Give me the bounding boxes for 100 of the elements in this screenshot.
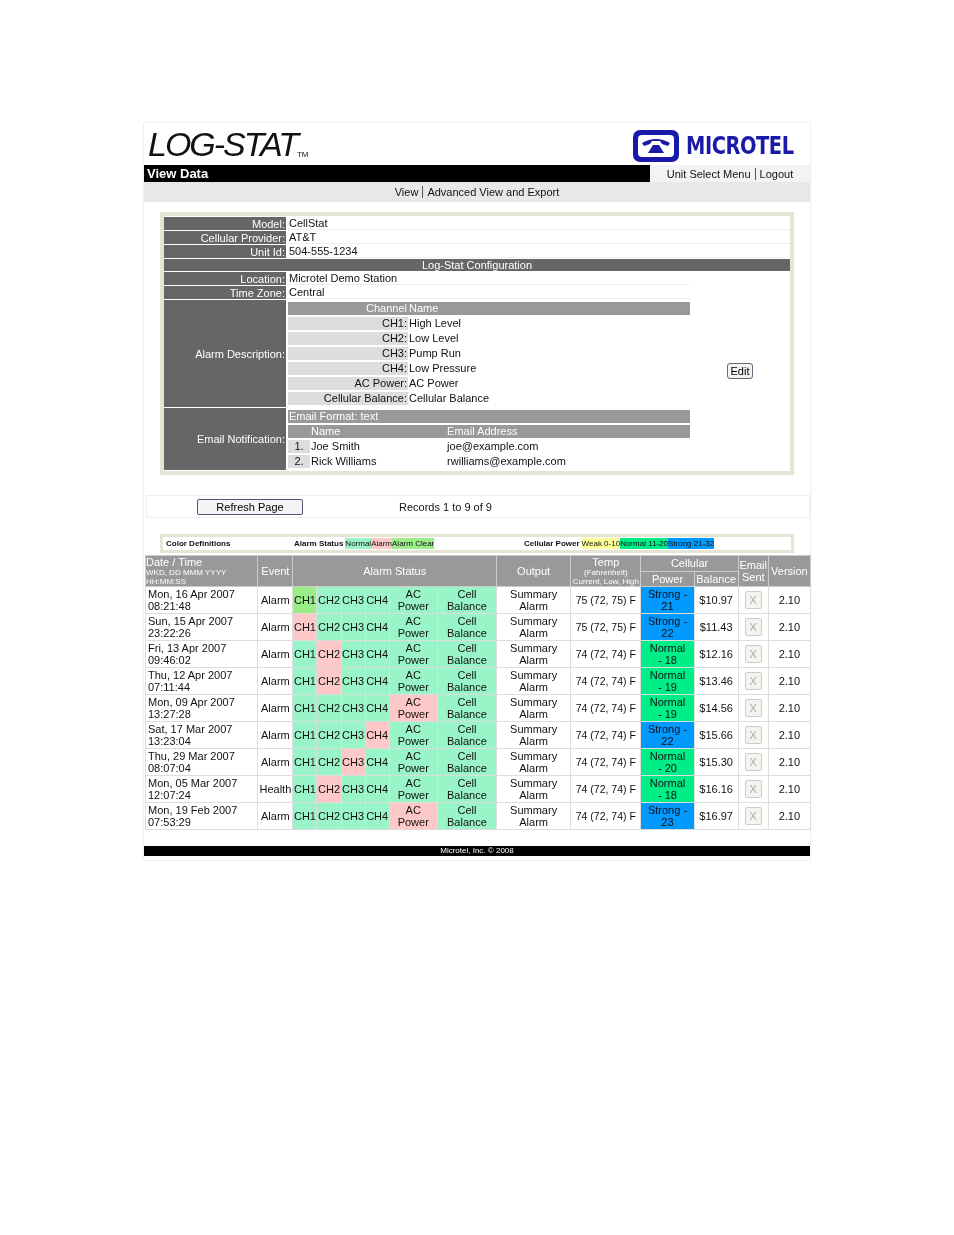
top-link[interactable]: Logout [759, 167, 794, 180]
email-sent-mark: X [744, 753, 762, 771]
channel-label: CH2: [288, 332, 408, 345]
legend-chip: Strong 21-32 [668, 538, 715, 549]
temp-cell: 74 (72, 74) F [570, 667, 641, 695]
field-label: Email Notification: [164, 408, 288, 470]
balance-cell: $10.97 [694, 586, 739, 614]
nav-link[interactable]: View [394, 186, 419, 198]
column-header: Alarm Status [292, 555, 497, 587]
page-title: View Data [144, 165, 650, 182]
event-cell: Alarm [257, 748, 293, 776]
temp-cell: 74 (72, 74) F [570, 694, 641, 722]
temp-cell: 74 (72, 74) F [570, 748, 641, 776]
field-label: Model: [164, 217, 288, 230]
footer: Microtel, Inc. © 2008 [144, 846, 810, 856]
version-cell: 2.10 [768, 721, 811, 749]
balance-cell: $15.30 [694, 748, 739, 776]
channel-label: CH1: [288, 317, 408, 330]
email-sent-mark: X [744, 618, 762, 636]
version-cell: 2.10 [768, 775, 811, 803]
version-cell: 2.10 [768, 613, 811, 641]
channel-name: High Level [408, 317, 462, 330]
legend-chip: Alarm [371, 538, 393, 549]
temp-cell: 74 (72, 74) F [570, 802, 641, 830]
date-cell: Mon, 05 Mar 2007 12:07:24 [145, 775, 258, 803]
column-header: Event [257, 555, 293, 587]
partner-logo: MICROTEL [686, 132, 795, 160]
edit-button[interactable]: Edit [726, 363, 754, 379]
temp-cell: 75 (72, 75) F [570, 586, 641, 614]
temp-cell: 75 (72, 75) F [570, 613, 641, 641]
output-cell: Summary Alarm [496, 586, 571, 614]
field-label: Unit Id: [164, 245, 288, 258]
channel-name: Low Pressure [408, 362, 478, 375]
column-header: Channel [288, 302, 408, 315]
balance-cell: $11.43 [694, 613, 739, 641]
field-label: Location: [164, 272, 288, 285]
email-sent-mark: X [744, 807, 762, 825]
event-cell: Alarm [257, 721, 293, 749]
channel-label: AC Power: [288, 377, 408, 390]
balance-cell: $16.16 [694, 775, 739, 803]
temp-cell: 74 (72, 74) F [570, 775, 641, 803]
legend-label: Cellular Power [524, 539, 580, 548]
channel-name: Cellular Balance [408, 392, 491, 405]
contact-email: joe@example.com [446, 440, 540, 453]
field-label: Time Zone: [164, 286, 288, 299]
row-number: 2. [288, 455, 310, 468]
legend-title: Color Definitions [166, 539, 232, 548]
column-header: Name [408, 302, 690, 315]
field-value: Microtel Demo Station [288, 272, 690, 285]
channel-name: Low Level [408, 332, 460, 345]
output-cell: Summary Alarm [496, 775, 571, 803]
event-cell: Alarm [257, 586, 293, 614]
email-sent-mark: X [744, 672, 762, 690]
contact-name: Joe Smith [310, 440, 361, 453]
version-cell: 2.10 [768, 748, 811, 776]
balance-cell: $12.16 [694, 640, 739, 668]
nav-link[interactable]: Advanced View and Export [427, 186, 560, 198]
date-cell: Mon, 09 Apr 2007 13:27:28 [145, 694, 258, 722]
channel-label: Cellular Balance: [288, 392, 408, 405]
column-header: Version [768, 555, 811, 587]
version-cell: 2.10 [768, 667, 811, 695]
field-value: AT&T [288, 231, 790, 244]
legend-chip: Normal [345, 538, 372, 549]
balance-cell: $14.56 [694, 694, 739, 722]
output-cell: Summary Alarm [496, 802, 571, 830]
event-cell: Alarm [257, 613, 293, 641]
email-sent-mark: X [744, 780, 762, 798]
top-link[interactable]: Unit Select Menu [666, 167, 751, 180]
event-cell: Health [257, 775, 293, 803]
output-cell: Summary Alarm [496, 613, 571, 641]
date-cell: Thu, 12 Apr 2007 07:11:44 [145, 667, 258, 695]
date-cell: Fri, 13 Apr 2007 09:46:02 [145, 640, 258, 668]
row-number: 1. [288, 440, 310, 453]
email-format: Email Format: text [288, 410, 690, 423]
email-sent-mark: X [744, 699, 762, 717]
temp-cell: 74 (72, 74) F [570, 721, 641, 749]
channel-name: Pump Run [408, 347, 462, 360]
date-cell: Mon, 19 Feb 2007 07:53:29 [145, 802, 258, 830]
date-cell: Sun, 15 Apr 2007 23:22:26 [145, 613, 258, 641]
date-cell: Thu, 29 Mar 2007 08:07:04 [145, 748, 258, 776]
event-cell: Alarm [257, 640, 293, 668]
field-label: Alarm Description: [164, 300, 288, 407]
section-header: Log-Stat Configuration [164, 259, 790, 271]
legend-chip: Normal 11-20 [620, 538, 668, 549]
refresh-button[interactable]: Refresh Page [197, 498, 303, 515]
channel-label: CH3: [288, 347, 408, 360]
column-header: Email Address [446, 425, 690, 438]
field-value: 504-555-1234 [288, 245, 790, 258]
version-cell: 2.10 [768, 802, 811, 830]
balance-cell: $13.46 [694, 667, 739, 695]
column-header: Date / Time WKD, DD MMM YYYY HH:MM:SS [145, 555, 258, 587]
legend-label: Alarm Status [294, 539, 344, 548]
field-label: Cellular Provider: [164, 231, 288, 244]
temp-cell: 74 (72, 74) F [570, 640, 641, 668]
output-cell: Summary Alarm [496, 640, 571, 668]
event-cell: Alarm [257, 667, 293, 695]
field-value: Central [288, 286, 690, 299]
output-cell: Summary Alarm [496, 748, 571, 776]
balance-cell: $16.97 [694, 802, 739, 830]
output-cell: Summary Alarm [496, 721, 571, 749]
